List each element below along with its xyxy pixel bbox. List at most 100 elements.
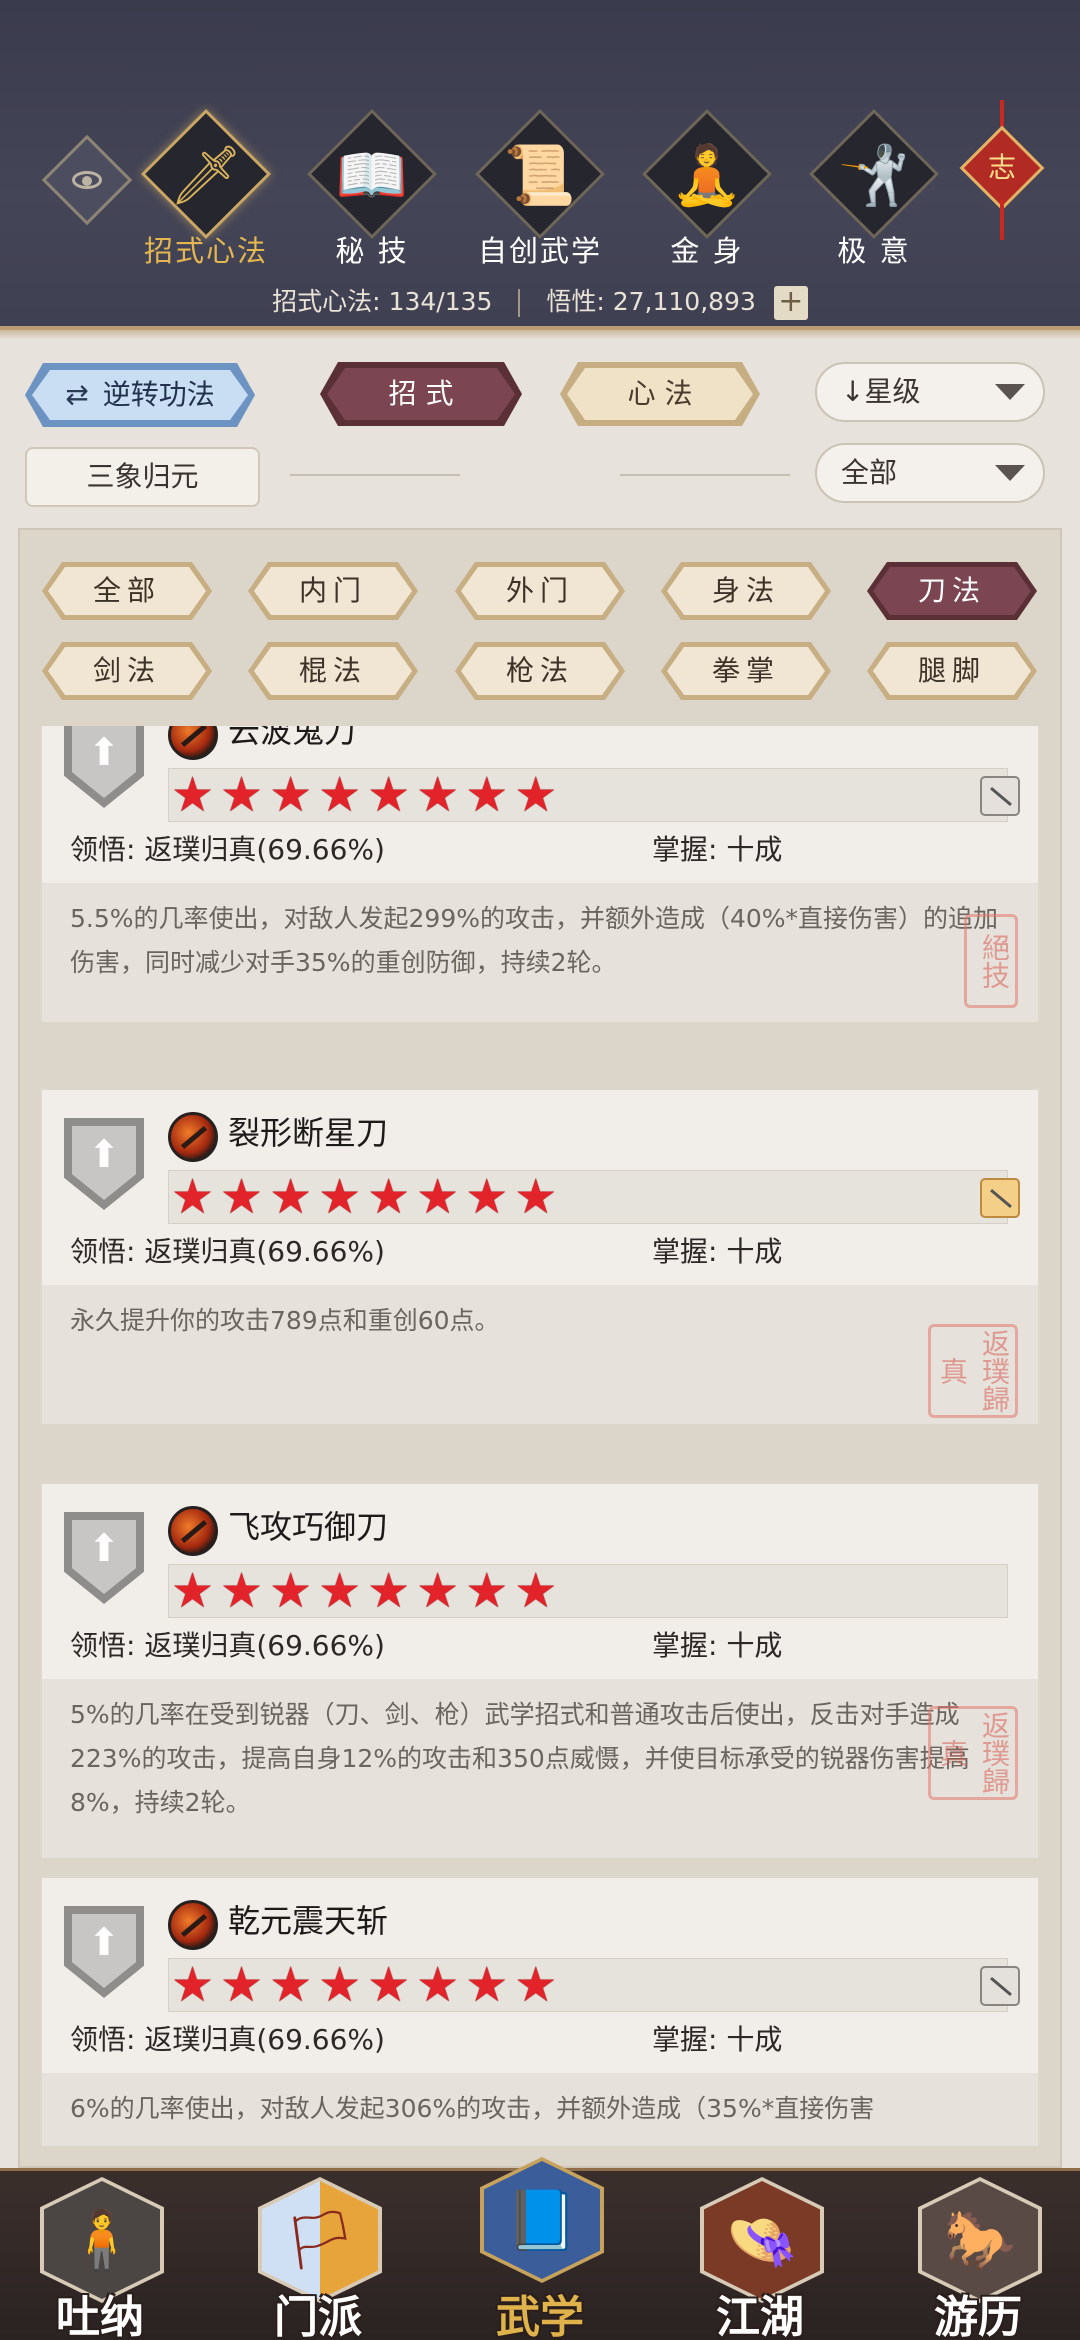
reverse-skill-label-wrap: ⇄ 逆转功法	[32, 370, 248, 420]
comprehension-row: 领悟: 返璞归真(69.66%)	[70, 833, 385, 866]
tab-zhaoshi-xinfa[interactable]: 🗡 招式心法	[136, 108, 276, 270]
tab-label: 秘 技	[335, 234, 409, 268]
category-chip-gunfa[interactable]: 棍法	[248, 642, 418, 700]
category-chip-tuijiao[interactable]: 腿脚	[867, 642, 1037, 700]
skill-card[interactable]: 裂形断星刀 ★★★★★★★★ 领悟: 返璞归真(69.66%) 掌握: 十成 永…	[40, 1088, 1040, 1424]
blade-skill-icon	[168, 1506, 218, 1556]
star-rating: ★★★★★★★★	[168, 767, 1008, 823]
divider	[518, 289, 521, 317]
martial-manual-icon: 📘	[484, 2161, 600, 2279]
tab-miji[interactable]: 📖 秘 技	[302, 108, 442, 270]
skill-name: 乾元震天斩	[228, 1902, 389, 1940]
category-chip-neimen[interactable]: 内门	[248, 562, 418, 620]
upgrade-arrow-icon[interactable]	[64, 1906, 144, 1998]
star-rating: ★★★★★★★★	[168, 1563, 1008, 1619]
upgrade-arrow-icon[interactable]	[64, 1512, 144, 1604]
star-icon: ★★★★★★★★	[171, 1169, 564, 1225]
category-chip-jianfa[interactable]: 剑法	[42, 642, 212, 700]
reverse-skill-label: 逆转功法	[102, 378, 215, 411]
category-chip-daofa[interactable]: 刀法	[867, 562, 1037, 620]
nav-tuna[interactable]: 🧍 吐纳	[10, 2171, 190, 2340]
blade-skill-icon	[168, 1112, 218, 1162]
chevron-down-icon	[995, 465, 1025, 481]
tab-xinfa-label: 心 法	[567, 368, 753, 420]
category-chip-qiangfa[interactable]: 枪法	[455, 642, 625, 700]
bottom-nav: 🧍 吐纳 🏳 门派 📘 武学 👒 江湖 🐎 游历	[0, 2157, 1080, 2340]
top-header: 🗡 招式心法 📖 秘 技 📜 自创武学 🧘 金 身 🤺 极 意 志 招式心法: …	[0, 0, 1080, 340]
tab-label: 极 意	[837, 234, 911, 268]
sort-dropdown-label: ↓星级	[841, 375, 921, 408]
skill-name: 裂形断星刀	[228, 1114, 389, 1152]
category-filter-dropdown[interactable]: 全部	[815, 443, 1045, 503]
skills-count-label: 招式心法:	[272, 287, 381, 316]
mastery-row: 掌握: 十成	[652, 1629, 783, 1662]
comprehension-row: 领悟: 返璞归真(69.66%)	[70, 2023, 385, 2056]
add-insight-button[interactable]: +	[773, 286, 808, 320]
star-rating: ★★★★★★★★	[168, 1957, 1008, 2013]
mastery-row: 掌握: 十成	[652, 2023, 783, 2056]
skill-name: 飞攻巧御刀	[228, 1508, 389, 1546]
swap-icon: ⇄	[65, 378, 89, 411]
comprehension-row: 领悟: 返璞归真(69.66%)	[70, 1629, 385, 1662]
scroll-icon: 📜	[503, 141, 577, 209]
insight-label: 悟性:	[546, 287, 605, 316]
skill-name: 云波鬼刀	[228, 726, 357, 750]
filter-dropdown-label: 全部	[841, 456, 898, 489]
star-icon: ★★★★★★★★	[171, 1563, 564, 1619]
nav-youli[interactable]: 🐎 游历	[888, 2171, 1068, 2340]
seal-stamp-icon: 返璞歸真	[928, 1324, 1018, 1418]
category-chip-quanzhang[interactable]: 拳掌	[661, 642, 831, 700]
tab-label: 金 身	[670, 234, 744, 268]
seal-stamp-icon: 絕技	[964, 914, 1018, 1008]
tab-jinshen[interactable]: 🧘 金 身	[637, 108, 777, 270]
skill-description: 永久提升你的攻击789点和重创60点。	[42, 1285, 1038, 1424]
skill-description: 5%的几率在受到锐器（刀、剑、枪）武学招式和普通攻击后使出，反击对手造成223%…	[42, 1679, 1038, 1858]
skill-description: 6%的几率使出，对敌人发起306%的攻击，并额外造成（35%*直接伤害	[42, 2073, 1038, 2146]
sword-icon: 🗡	[169, 141, 243, 209]
nav-wuxue[interactable]: 📘 武学	[450, 2151, 630, 2340]
divider-flourish	[290, 474, 460, 476]
mastery-row: 掌握: 十成	[652, 833, 783, 866]
stats-line: 招式心法: 134/135 悟性: 27,110,893 +	[0, 282, 1080, 320]
blade-skill-icon	[168, 1900, 218, 1950]
tab-zichuang-wuxue[interactable]: 📜 自创武学	[470, 108, 610, 270]
chevron-down-icon	[995, 384, 1025, 400]
star-icon: ★★★★★★★★	[171, 767, 564, 823]
aspiration-knot-button[interactable]: 志	[959, 100, 1045, 250]
category-chip-shenfa[interactable]: 身法	[661, 562, 831, 620]
star-icon: ★★★★★★★★	[171, 1957, 564, 2013]
tab-label: 自创武学	[477, 234, 602, 268]
meditation-icon: 🧘	[670, 141, 744, 209]
tab-zhaoshi-label: 招 式	[327, 368, 515, 420]
martial-stance-icon: 🤺	[837, 141, 911, 209]
insight-value: 27,110,893	[612, 287, 756, 316]
skills-count-value: 134/135	[388, 287, 493, 316]
eye-toggle-button[interactable]	[41, 134, 133, 226]
tab-label: 招式心法	[143, 234, 268, 268]
blade-skill-icon	[168, 726, 218, 760]
skill-card[interactable]: 云波鬼刀 ★★★★★★★★ 领悟: 返璞归真(69.66%) 掌握: 十成 5.…	[40, 726, 1040, 1022]
nav-jianghu[interactable]: 👒 江湖	[670, 2171, 850, 2340]
sanxiang-guiyuan-button[interactable]: 三象归元	[25, 447, 260, 507]
seal-stamp-icon: 返璞歸真	[928, 1706, 1018, 1800]
nav-menpai[interactable]: 🏳 门派	[228, 2171, 408, 2340]
tab-jiyi[interactable]: 🤺 极 意	[804, 108, 944, 270]
blade-type-icon	[980, 1966, 1020, 2006]
skill-card-list[interactable]: 云波鬼刀 ★★★★★★★★ 领悟: 返璞归真(69.66%) 掌握: 十成 5.…	[40, 726, 1040, 2146]
upgrade-arrow-icon[interactable]	[64, 726, 144, 808]
category-chip-waimen[interactable]: 外门	[455, 562, 625, 620]
eye-icon	[72, 171, 102, 189]
mastery-row: 掌握: 十成	[652, 1235, 783, 1268]
skill-card[interactable]: 乾元震天斩 ★★★★★★★★ 领悟: 返璞归真(69.66%) 掌握: 十成 6…	[40, 1876, 1040, 2146]
skill-description: 5.5%的几率使出，对敌人发起299%的攻击，并额外造成（40%*直接伤害）的追…	[42, 883, 1038, 1022]
star-rating: ★★★★★★★★	[168, 1169, 1008, 1225]
book-icon: 📖	[335, 141, 409, 209]
category-chip-all[interactable]: 全部	[42, 562, 212, 620]
skill-card[interactable]: 飞攻巧御刀 ★★★★★★★★ 领悟: 返璞归真(69.66%) 掌握: 十成 5…	[40, 1482, 1040, 1858]
blade-type-icon	[980, 1178, 1020, 1218]
divider-flourish	[620, 474, 790, 476]
sort-dropdown[interactable]: ↓星级	[815, 362, 1045, 422]
upgrade-arrow-icon[interactable]	[64, 1118, 144, 1210]
comprehension-row: 领悟: 返璞归真(69.66%)	[70, 1235, 385, 1268]
blade-type-icon	[980, 776, 1020, 816]
